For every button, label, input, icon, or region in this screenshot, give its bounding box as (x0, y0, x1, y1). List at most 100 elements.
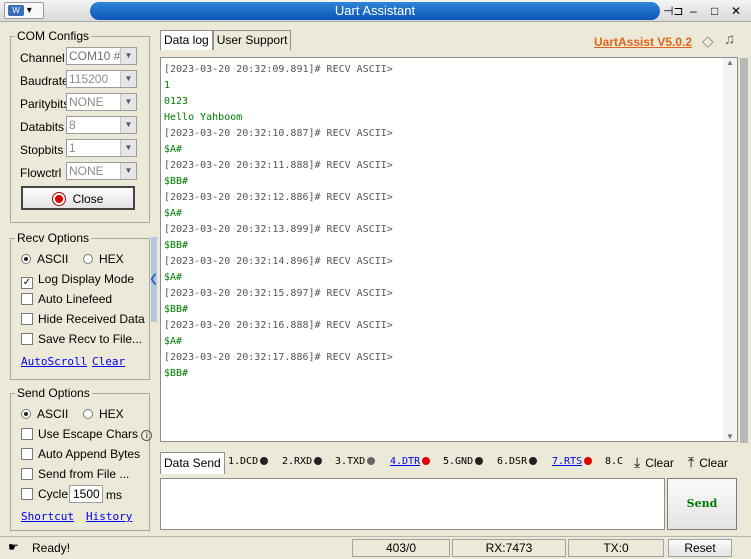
log-line: $BB# (164, 176, 189, 187)
status-tx: TX:0 (568, 539, 664, 557)
log-vertical-scrollbar[interactable]: ▲ ▼ (723, 58, 737, 441)
log-line: Hello Yahboom (164, 112, 243, 123)
shortcut-link[interactable]: Shortcut (21, 510, 74, 523)
log-line: 1 (164, 80, 171, 91)
log-line: $A# (164, 144, 183, 155)
clear-recv-button[interactable]: ⤒ Clear (688, 454, 728, 471)
close-port-button[interactable]: Close (21, 186, 135, 210)
send-hex-radio[interactable]: HEX (83, 407, 124, 421)
ready-icon: ☛ (8, 540, 19, 554)
channel-label: Channel (20, 51, 65, 65)
cycle-unit-label: ms (106, 488, 122, 502)
tab-data-send[interactable]: Data Send (160, 452, 225, 474)
log-display-mode-checkbox[interactable]: ✓ Log Display Mode (21, 272, 134, 289)
chevron-down-icon: ▼ (120, 117, 136, 133)
flowctrl-select[interactable]: NONE ▼ (66, 162, 137, 180)
tab-data-log[interactable]: Data log (160, 30, 213, 50)
log-line: $A# (164, 336, 183, 347)
version-link[interactable]: UartAssist V5.0.2 (594, 35, 692, 49)
bell-icon[interactable]: ♫ (724, 31, 735, 48)
history-link[interactable]: History (86, 510, 132, 523)
info-icon[interactable]: i (141, 430, 153, 441)
log-line: [2023-03-20 20:32:16.888]# RECV ASCII> (164, 320, 393, 331)
chevron-down-icon: ▼ (120, 163, 136, 179)
main-tabs: Data log User Support (160, 30, 292, 50)
title-bar: W ▾ Uart Assistant ⊣⊐ – □ ✕ (0, 0, 751, 22)
log-line: $BB# (164, 240, 189, 251)
parity-label: Paritybits (20, 97, 70, 111)
signal-1dcd: 1.DCD (228, 456, 269, 467)
log-lines: [2023-03-20 20:32:09.891]# RECV ASCII> 1 0… (164, 62, 734, 382)
status-ready: Ready! (32, 541, 71, 555)
send-button[interactable]: Send (667, 478, 737, 530)
window-title: Uart Assistant (90, 2, 660, 20)
log-line: $A# (164, 208, 183, 219)
clear-send-icon: ⤓ (634, 454, 641, 470)
signal-led-icon (584, 457, 593, 465)
window-right-edge (740, 58, 748, 443)
recv-clear-link[interactable]: Clear (92, 355, 125, 368)
signal-8c: 8.C (605, 456, 624, 467)
baudrate-select[interactable]: 115200 ▼ (66, 70, 137, 88)
recv-ascii-radio[interactable]: ASCII (21, 252, 68, 266)
send-options-title: Send Options (15, 386, 92, 400)
send-from-file-checkbox[interactable]: Send from File ... (21, 467, 129, 481)
clear-recv-icon: ⤒ (688, 454, 695, 470)
signal-7rts[interactable]: 7.RTS (552, 456, 593, 467)
data-send-bar: Data Send 1.DCD 2.RXD 3.TXD 4.DTR 5.GND 6.DSR… (160, 452, 738, 474)
diamond-icon[interactable]: ◇ (702, 32, 714, 50)
signal-4dtr[interactable]: 4.DTR (390, 456, 431, 467)
reset-button[interactable]: Reset (668, 539, 732, 557)
channel-select[interactable]: COM10 #L ▼ (66, 47, 137, 65)
cycle-interval-input[interactable]: 1500 (69, 485, 103, 503)
cycle-checkbox[interactable]: Cycle (21, 487, 68, 501)
stopbits-select[interactable]: 1 ▼ (66, 139, 137, 157)
signal-led-icon (260, 457, 269, 465)
chevron-down-icon: ▼ (120, 48, 136, 64)
log-line: [2023-03-20 20:32:12.886]# RECV ASCII> (164, 192, 393, 203)
status-bar: ☛ Ready! 403/0 RX:7473 TX:0 Reset (0, 536, 751, 559)
signal-led-icon (475, 457, 484, 465)
window-controls: ⊣⊐ – □ ✕ (663, 3, 745, 19)
chevron-down-icon: ▼ (120, 71, 136, 87)
auto-scroll-link[interactable]: AutoScroll (21, 355, 87, 368)
receive-log[interactable]: [2023-03-20 20:32:09.891]# RECV ASCII> 1 0… (160, 57, 738, 442)
databits-label: Databits (20, 120, 65, 134)
signal-6dsr: 6.DSR (497, 456, 538, 467)
signal-3txd: 3.TXD (335, 456, 376, 467)
log-line: [2023-03-20 20:32:13.899]# RECV ASCII> (164, 224, 393, 235)
maximize-button[interactable]: □ (706, 3, 724, 19)
log-line: [2023-03-20 20:32:09.891]# RECV ASCII> (164, 64, 393, 75)
collapse-left-icon[interactable]: ❮ (149, 272, 158, 285)
tab-user-support[interactable]: User Support (212, 30, 292, 50)
use-escape-checkbox[interactable]: Use Escape Chars i (21, 427, 153, 441)
log-line: [2023-03-20 20:32:17.886]# RECV ASCII> (164, 352, 393, 363)
stopbits-label: Stopbits (20, 143, 64, 157)
save-recv-checkbox[interactable]: Save Recv to File... (21, 332, 142, 346)
close-window-button[interactable]: ✕ (727, 3, 745, 19)
databits-select[interactable]: 8 ▼ (66, 116, 137, 134)
chevron-down-icon: ▼ (120, 94, 136, 110)
app-logo-icon: W (8, 4, 24, 16)
status-counter: 403/0 (352, 539, 450, 557)
log-line: [2023-03-20 20:32:15.897]# RECV ASCII> (164, 288, 393, 299)
scroll-up-icon[interactable]: ▲ (726, 58, 734, 67)
port-status-icon (52, 193, 65, 205)
pin-icon[interactable]: ⊣⊐ (663, 3, 684, 19)
signal-led-icon (367, 457, 376, 465)
log-line: 0123 (164, 96, 189, 107)
recv-hex-radio[interactable]: HEX (83, 252, 124, 266)
recv-options-title: Recv Options (15, 231, 92, 245)
signal-led-icon (422, 457, 431, 465)
log-line: $BB# (164, 304, 189, 315)
app-menu-button[interactable]: W ▾ (4, 2, 44, 19)
send-input[interactable] (160, 478, 665, 530)
parity-select[interactable]: NONE ▼ (66, 93, 137, 111)
send-ascii-radio[interactable]: ASCII (21, 407, 68, 421)
minimize-button[interactable]: – (684, 3, 702, 19)
clear-send-button[interactable]: ⤓ Clear (634, 454, 674, 471)
auto-linefeed-checkbox[interactable]: Auto Linefeed (21, 292, 112, 306)
hide-received-checkbox[interactable]: Hide Received Data (21, 312, 145, 326)
auto-append-checkbox[interactable]: Auto Append Bytes (21, 447, 140, 461)
scroll-down-icon[interactable]: ▼ (726, 432, 734, 441)
